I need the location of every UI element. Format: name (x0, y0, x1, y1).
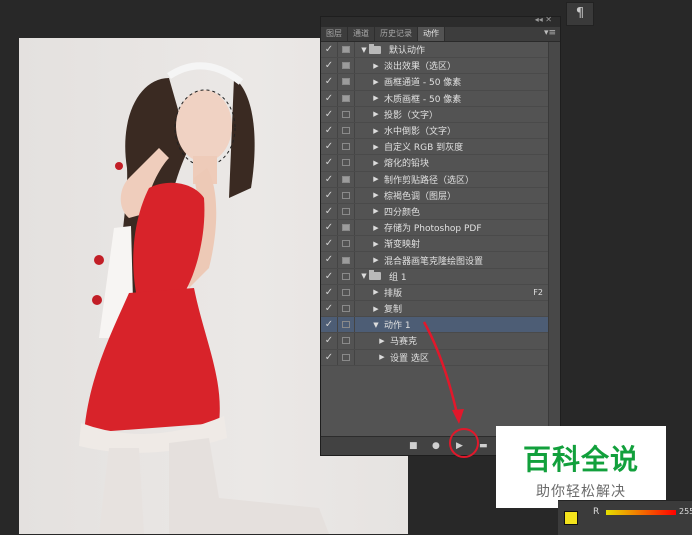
play-button-highlight (449, 428, 479, 458)
foreground-color-swatch[interactable] (564, 511, 578, 525)
channel-label: R (593, 507, 600, 517)
color-panel: R 255 (558, 500, 692, 535)
watermark-title: 百科全说 (522, 443, 639, 476)
watermark-subtitle: 助你轻松解决 (536, 484, 626, 500)
watermark-logo: 百科全说 助你轻松解决 (496, 426, 666, 508)
channel-value: 255 (679, 507, 692, 516)
red-channel-slider[interactable] (606, 510, 676, 515)
